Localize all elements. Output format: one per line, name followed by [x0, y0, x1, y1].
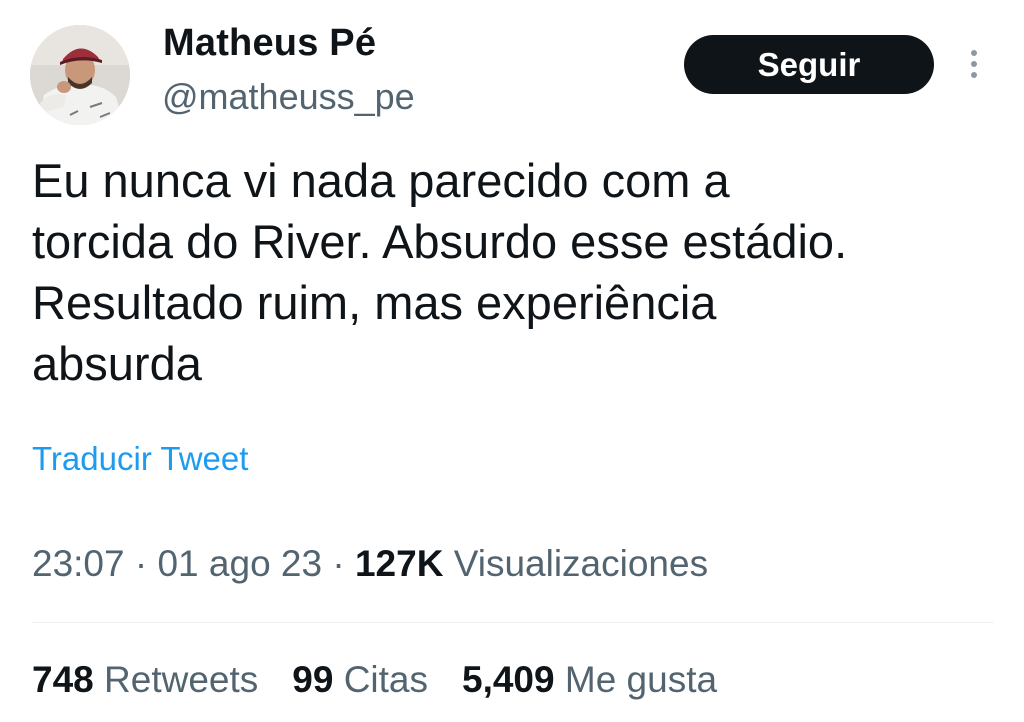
tweet-text: Eu nunca vi nada parecido com a torcida … — [32, 154, 848, 390]
likes-stat[interactable]: 5,409 Me gusta — [462, 659, 717, 701]
likes-label: Me gusta — [564, 659, 718, 700]
likes-count: 5,409 — [462, 659, 555, 700]
tweet-date[interactable]: 01 ago 23 — [157, 543, 322, 584]
author-name[interactable]: Matheus Pé — [163, 22, 376, 65]
views-label-text: Visualizaciones — [453, 543, 709, 584]
tweet-metadata: 23:07 · 01 ago 23 · 127K Visualizaciones — [32, 543, 708, 585]
views-label — [443, 543, 453, 584]
more-dot — [971, 72, 977, 78]
tweet-time[interactable]: 23:07 — [32, 543, 125, 584]
more-dot — [971, 50, 977, 56]
more-dot — [971, 61, 977, 67]
avatar-image — [30, 25, 130, 125]
quotes-label: Citas — [343, 659, 428, 700]
translate-tweet-link[interactable]: Traducir Tweet — [32, 440, 248, 478]
retweets-label: Retweets — [104, 659, 259, 700]
meta-separator: · — [332, 543, 345, 584]
quotes-stat[interactable]: 99 Citas — [292, 659, 428, 701]
views-count: 127K — [354, 543, 444, 584]
retweets-count: 748 — [32, 659, 94, 700]
follow-button[interactable]: Seguir — [684, 35, 934, 94]
engagement-stats: 748 Retweets 99 Citas 5,409 Me gusta — [32, 659, 717, 701]
tweet-card: Matheus Pé @matheuss_pe Seguir Eu nunca … — [0, 0, 1024, 722]
avatar[interactable] — [30, 25, 130, 125]
meta-separator: · — [134, 543, 148, 584]
author-handle[interactable]: @matheuss_pe — [162, 76, 415, 118]
divider — [32, 622, 994, 623]
quotes-count: 99 — [292, 659, 334, 700]
more-vertical-icon[interactable] — [960, 44, 988, 84]
retweets-stat[interactable]: 748 Retweets — [32, 659, 258, 701]
